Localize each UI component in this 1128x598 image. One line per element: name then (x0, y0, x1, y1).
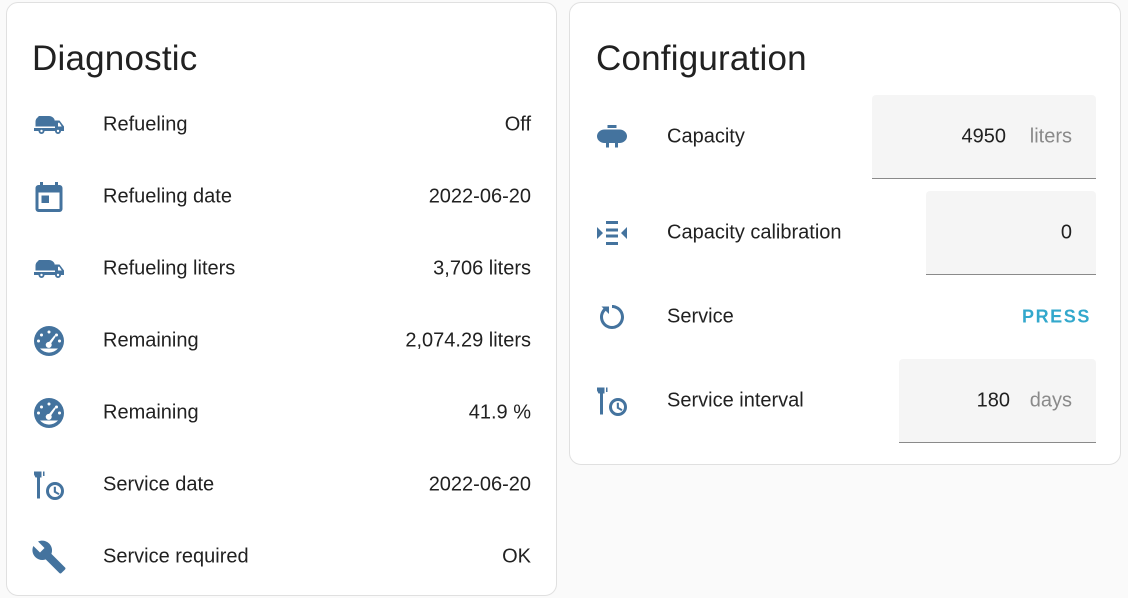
restart-icon (592, 297, 632, 337)
entity-label: Refueling liters (103, 257, 236, 280)
entity-label: Refueling date (103, 185, 232, 208)
capacity-calibration-input[interactable]: 0 (926, 191, 1096, 275)
arrow-collapse-vertical-icon (592, 213, 632, 253)
entity-row-refueling-date[interactable]: Refueling date 2022-06-20 (7, 161, 556, 233)
configuration-card: Configuration Capacity 4950 liters Capac… (569, 2, 1121, 465)
wrench-clock-icon (592, 381, 632, 421)
wrench-clock-icon (29, 465, 69, 505)
tanker-truck-icon (29, 249, 69, 289)
entity-state: 41.9 % (468, 401, 531, 424)
calendar-icon (29, 177, 69, 217)
entity-label: Refueling (103, 113, 188, 136)
entity-row-refueling-liters[interactable]: Refueling liters 3,706 liters (7, 233, 556, 305)
entity-row-service-interval: Service interval 180 days (570, 355, 1120, 447)
diagnostic-card: Diagnostic Refueling Off Refueling date … (6, 2, 557, 596)
tanker-truck-icon (29, 105, 69, 145)
entity-row-remaining-percent[interactable]: Remaining 41.9 % (7, 377, 556, 449)
diagnostic-title: Diagnostic (32, 39, 198, 78)
entity-label: Service required (103, 545, 249, 568)
capacity-input[interactable]: 4950 liters (872, 95, 1096, 179)
entity-label: Remaining (103, 401, 199, 424)
entity-label: Remaining (103, 329, 199, 352)
entity-row-remaining-liters[interactable]: Remaining 2,074.29 liters (7, 305, 556, 377)
entity-state: 3,706 liters (433, 257, 531, 280)
entity-state: 2022-06-20 (428, 473, 531, 496)
entity-label: Service date (103, 473, 215, 496)
configuration-title: Configuration (596, 39, 807, 78)
entity-state: Off (504, 113, 531, 136)
service-interval-input[interactable]: 180 days (899, 359, 1096, 443)
capacity-unit: liters (1029, 125, 1072, 147)
interval-value[interactable]: 180 (977, 389, 1010, 412)
entity-state: 2,074.29 liters (405, 329, 531, 352)
entity-row-service: Service PRESS (570, 279, 1120, 355)
entity-label: Capacity calibration (667, 221, 842, 244)
entity-row-refueling[interactable]: Refueling Off (7, 89, 556, 161)
entity-row-capacity: Capacity 4950 liters (570, 91, 1120, 183)
interval-unit: days (1029, 389, 1072, 411)
gauge-icon (29, 393, 69, 433)
capacity-value[interactable]: 4950 (962, 125, 1007, 148)
calibration-value[interactable]: 0 (1061, 221, 1072, 244)
entity-row-capacity-calibration: Capacity calibration 0 (570, 187, 1120, 279)
entity-label: Service (667, 305, 734, 328)
entity-label: Capacity (667, 125, 745, 148)
service-press-button[interactable]: PRESS (1022, 307, 1091, 328)
gauge-icon (29, 321, 69, 361)
entity-label: Service interval (667, 389, 804, 412)
entity-state: OK (502, 545, 531, 568)
entity-state: 2022-06-20 (428, 185, 531, 208)
entity-row-service-required[interactable]: Service required OK (7, 521, 556, 593)
wrench-icon (29, 537, 69, 577)
propane-tank-icon (592, 117, 632, 157)
entity-row-service-date[interactable]: Service date 2022-06-20 (7, 449, 556, 521)
